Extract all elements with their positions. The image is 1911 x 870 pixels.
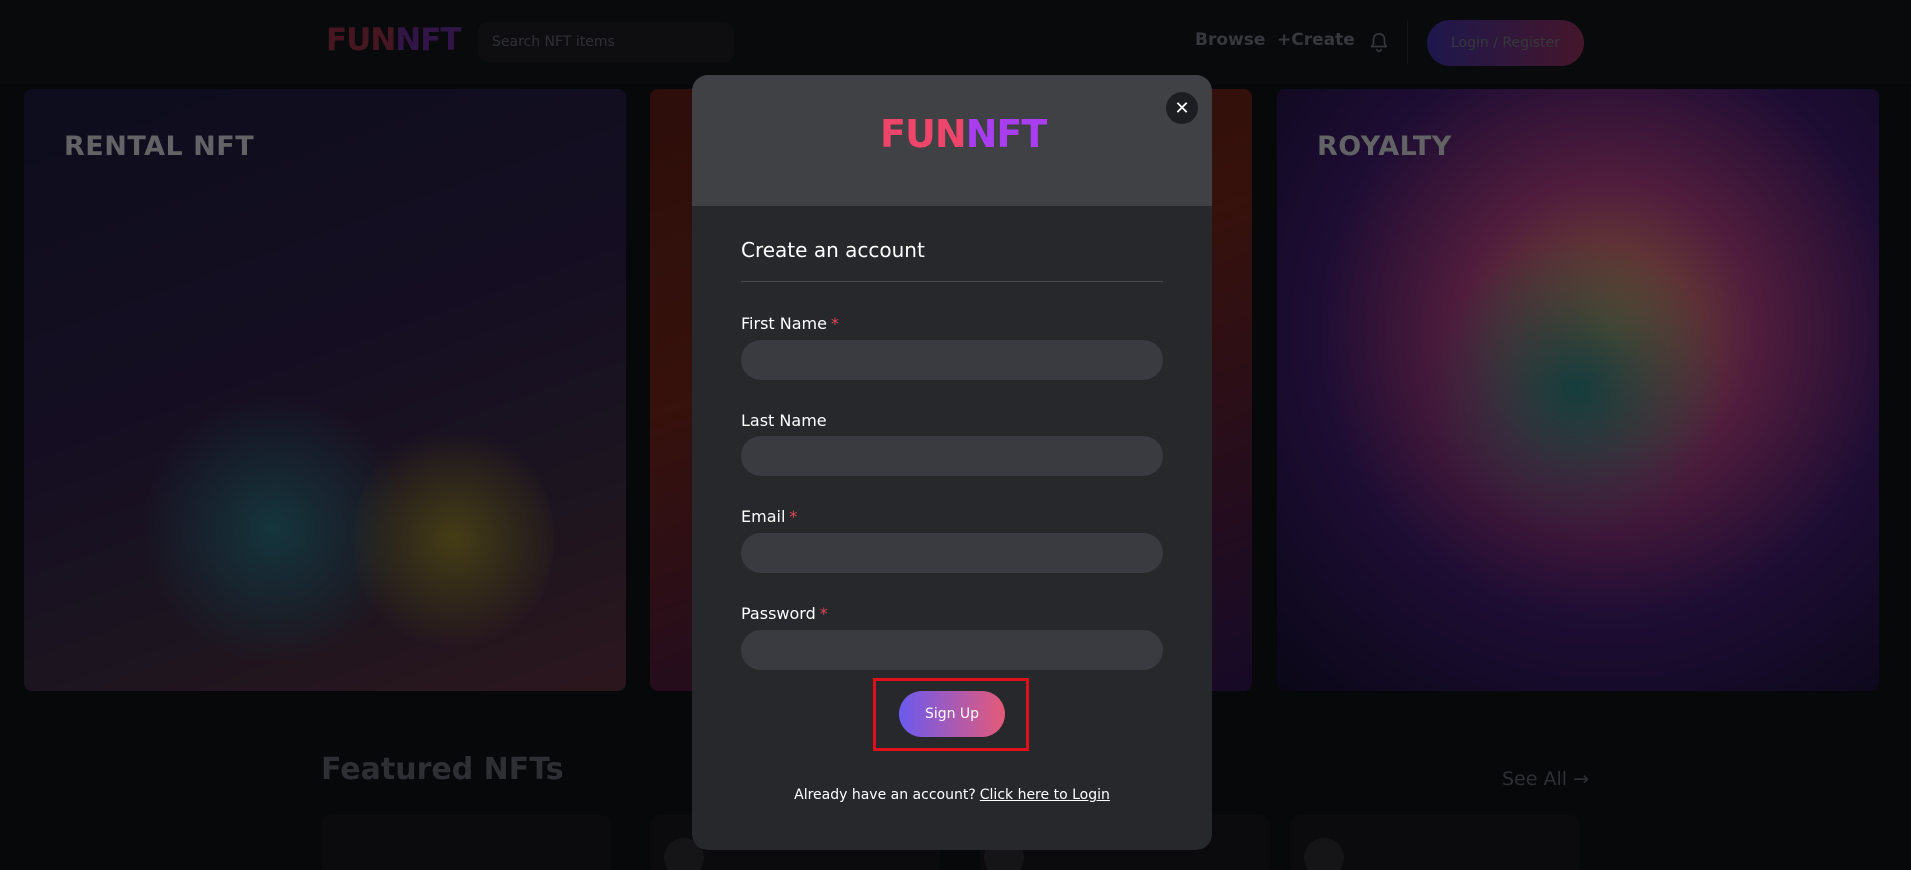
password-label: Password *	[741, 604, 828, 623]
email-input[interactable]	[741, 533, 1163, 573]
last-name-input[interactable]	[741, 436, 1163, 476]
modal-header: FUNNFT ✕	[692, 75, 1212, 206]
required-star: *	[830, 314, 839, 333]
login-link[interactable]: Click here to Login	[980, 787, 1110, 803]
required-star: *	[789, 507, 798, 526]
sign-up-button[interactable]: Sign Up	[899, 691, 1005, 737]
last-name-label: Last Name	[741, 411, 827, 430]
modal-title: Create an account	[741, 238, 925, 262]
email-label: Email *	[741, 507, 798, 526]
required-star: *	[819, 604, 828, 623]
password-input[interactable]	[741, 630, 1163, 670]
first-name-label: First Name *	[741, 314, 839, 333]
close-icon[interactable]: ✕	[1166, 92, 1198, 124]
modal-logo: FUNNFT	[880, 112, 1047, 156]
first-name-input[interactable]	[741, 340, 1163, 380]
modal-divider	[741, 281, 1163, 282]
login-prompt: Already have an account? Click here to Lo…	[794, 787, 1110, 803]
signup-modal: FUNNFT ✕ Create an account First Name * L…	[692, 75, 1212, 850]
